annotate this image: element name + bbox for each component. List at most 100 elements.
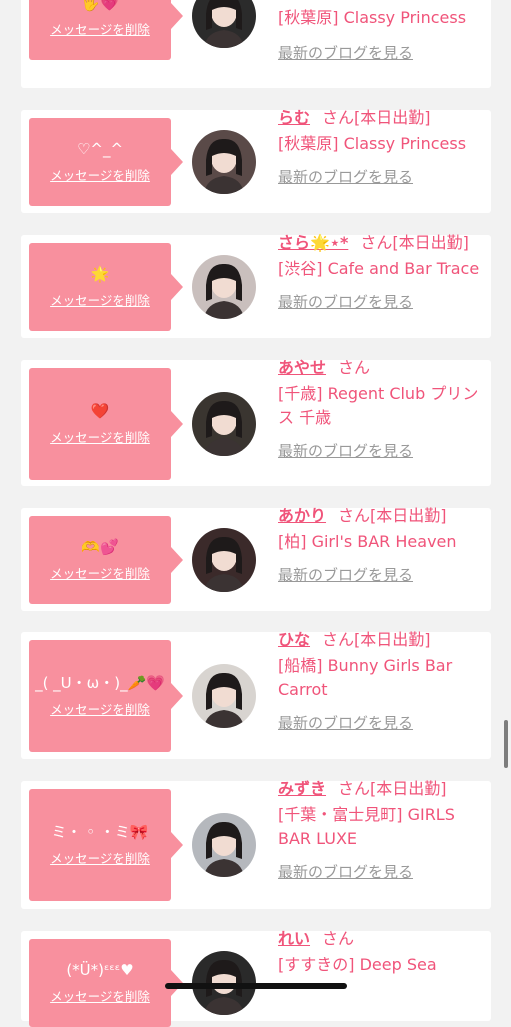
message-card: 🫶💕 メッセージを削除 あかり さん[本日出勤] [柏] Girl's BAR Heav… [21, 506, 491, 611]
message-text: 🌟 [90, 265, 110, 283]
delete-message-link[interactable]: メッセージを削除 [50, 427, 150, 446]
avatar[interactable] [192, 255, 256, 319]
honorific: さん [338, 358, 371, 377]
honorific: さん [338, 779, 371, 798]
message-bubble: ミ・ ◦ ・ミ🎀 メッセージを削除 [29, 789, 183, 901]
avatar-photo [192, 0, 256, 48]
status-badge: [本日出勤] [354, 108, 431, 127]
honorific: さん [370, 0, 402, 1]
shop-name: [千歳] Regent Club プリンス 千歳 [278, 384, 479, 427]
delete-message-link[interactable]: メッセージを削除 [50, 699, 150, 718]
name-line: らむ さん[本日出勤] [278, 106, 485, 130]
cast-info: さら🌟⋆* さん[本日出勤] [渋谷] Cafe and Bar Trace 最新のブ… [278, 231, 485, 312]
status-badge: [本日出勤] [370, 779, 447, 798]
message-text: ❤️ [90, 402, 110, 420]
message-bubble: (*Ü*)ᵋᵋᵋ♥ メッセージを削除 [29, 939, 183, 1027]
honorific: さん [338, 506, 371, 525]
latest-blog-link[interactable]: 最新のブログを見る [278, 166, 485, 187]
message-bubble: ♡^_^ メッセージを削除 [29, 118, 183, 206]
latest-blog-link[interactable]: 最新のブログを見る [278, 861, 485, 882]
avatar-photo [192, 813, 256, 877]
honorific: さん [360, 233, 393, 252]
message-text: _( _U・ω・)_🥕💗 [35, 674, 165, 692]
shop-name: [秋葉原] Classy Princess [278, 8, 467, 27]
honorific: さん [322, 929, 355, 948]
honorific: さん [322, 108, 355, 127]
message-card: ♡^_^ メッセージを削除 らむ さん[本日出勤] [秋葉原] Classy Princ… [21, 108, 491, 213]
message-card: ❤️ メッセージを削除 あやせ さん [千歳] Regent Club プリンス 千歳最… [21, 358, 491, 486]
message-text: (*Ü*)ᵋᵋᵋ♥ [66, 961, 134, 979]
name-line: あやせ さん [278, 356, 485, 380]
shop-name: [船橋] Bunny Girls Bar Carrot [278, 656, 453, 699]
cast-info: みずき さん[本日出勤] [千葉・富士見町] GIRLS BAR LUXE 最新のブロ… [278, 777, 485, 882]
honorific: さん [322, 630, 355, 649]
cast-name-link[interactable]: みずき [278, 779, 326, 798]
cast-info: めえちゃん さん [秋葉原] Classy Princess 最新のブログを見る [278, 0, 485, 63]
name-line: ひな さん[本日出勤] [278, 628, 485, 652]
delete-message-link[interactable]: メッセージを削除 [50, 848, 150, 867]
avatar[interactable] [192, 392, 256, 456]
home-indicator[interactable] [165, 983, 347, 989]
message-text: ミ・ ◦ ・ミ🎀 [51, 823, 149, 841]
delete-message-link[interactable]: メッセージを削除 [50, 19, 150, 38]
cast-info: れい さん [すすきの] Deep Sea [278, 927, 485, 977]
cast-name-link[interactable]: ひな [278, 630, 310, 649]
latest-blog-link[interactable]: 最新のブログを見る [278, 42, 485, 63]
shop-name: [渋谷] Cafe and Bar Trace [278, 259, 480, 278]
cast-name-link[interactable]: れい [278, 929, 310, 948]
name-line: みずき さん[本日出勤] [278, 777, 485, 801]
shop-name: [すすきの] Deep Sea [278, 955, 437, 974]
message-card: 🌟 メッセージを削除 さら🌟⋆* さん[本日出勤] [渋谷] Cafe and Bar … [21, 233, 491, 338]
message-card: 🖐💗 メッセージを削除 めえちゃん さん [秋葉原] Classy Princess 最新… [21, 0, 491, 88]
avatar-photo [192, 392, 256, 456]
cast-info: ひな さん[本日出勤] [船橋] Bunny Girls Bar Carrot 最新の… [278, 628, 485, 733]
latest-blog-link[interactable]: 最新のブログを見る [278, 564, 485, 585]
delete-message-link[interactable]: メッセージを削除 [50, 986, 150, 1005]
message-bubble: 🖐💗 メッセージを削除 [29, 0, 183, 60]
avatar-photo [192, 255, 256, 319]
delete-message-link[interactable]: メッセージを削除 [50, 290, 150, 309]
cast-name-link[interactable]: あかり [278, 506, 326, 525]
message-bubble: ❤️ メッセージを削除 [29, 368, 183, 480]
message-bubble: _( _U・ω・)_🥕💗 メッセージを削除 [29, 640, 183, 752]
message-card: (*Ü*)ᵋᵋᵋ♥ メッセージを削除 れい さん [すすきの] Deep Sea [21, 929, 491, 1027]
message-text: 🖐💗 [81, 0, 119, 12]
scrollbar[interactable] [504, 720, 508, 768]
message-card: _( _U・ω・)_🥕💗 メッセージを削除 ひな さん[本日出勤] [船橋] Bunny… [21, 630, 491, 759]
shop-name: [千葉・富士見町] GIRLS BAR LUXE [278, 805, 455, 848]
name-line: れい さん [278, 927, 485, 951]
name-line: あかり さん[本日出勤] [278, 504, 485, 528]
avatar-photo [192, 664, 256, 728]
avatar[interactable] [192, 813, 256, 877]
cast-info: らむ さん[本日出勤] [秋葉原] Classy Princess 最新のブログを見る [278, 106, 485, 187]
cast-name-link[interactable]: らむ [278, 108, 310, 127]
delete-message-link[interactable]: メッセージを削除 [50, 165, 150, 184]
cast-name-link[interactable]: めえちゃん [278, 0, 358, 1]
message-bubble: 🌟 メッセージを削除 [29, 243, 183, 331]
status-badge: [本日出勤] [370, 506, 447, 525]
shop-name: [柏] Girl's BAR Heaven [278, 532, 457, 551]
status-badge: [本日出勤] [392, 233, 469, 252]
shop-name: [秋葉原] Classy Princess [278, 134, 467, 153]
delete-message-link[interactable]: メッセージを削除 [50, 563, 150, 582]
cast-name-link[interactable]: あやせ [278, 358, 326, 377]
message-text: 🫶💕 [81, 538, 119, 556]
name-line: めえちゃん さん [278, 0, 485, 4]
avatar-photo [192, 130, 256, 194]
latest-blog-link[interactable]: 最新のブログを見る [278, 712, 485, 733]
avatar[interactable] [192, 528, 256, 592]
cast-name-link[interactable]: さら🌟⋆* [278, 233, 348, 252]
avatar[interactable] [192, 130, 256, 194]
cast-info: あかり さん[本日出勤] [柏] Girl's BAR Heaven 最新のブログを見… [278, 504, 485, 585]
message-card: ミ・ ◦ ・ミ🎀 メッセージを削除 みずき さん[本日出勤] [千葉・富士見町] GIR… [21, 779, 491, 909]
avatar[interactable] [192, 664, 256, 728]
cast-info: あやせ さん [千歳] Regent Club プリンス 千歳最新のブログを見る [278, 356, 485, 461]
avatar[interactable] [192, 0, 256, 48]
latest-blog-link[interactable]: 最新のブログを見る [278, 291, 485, 312]
avatar-photo [192, 528, 256, 592]
message-bubble: 🫶💕 メッセージを削除 [29, 516, 183, 604]
status-badge: [本日出勤] [354, 630, 431, 649]
name-line: さら🌟⋆* さん[本日出勤] [278, 231, 485, 255]
message-text: ♡^_^ [76, 140, 124, 158]
latest-blog-link[interactable]: 最新のブログを見る [278, 440, 485, 461]
